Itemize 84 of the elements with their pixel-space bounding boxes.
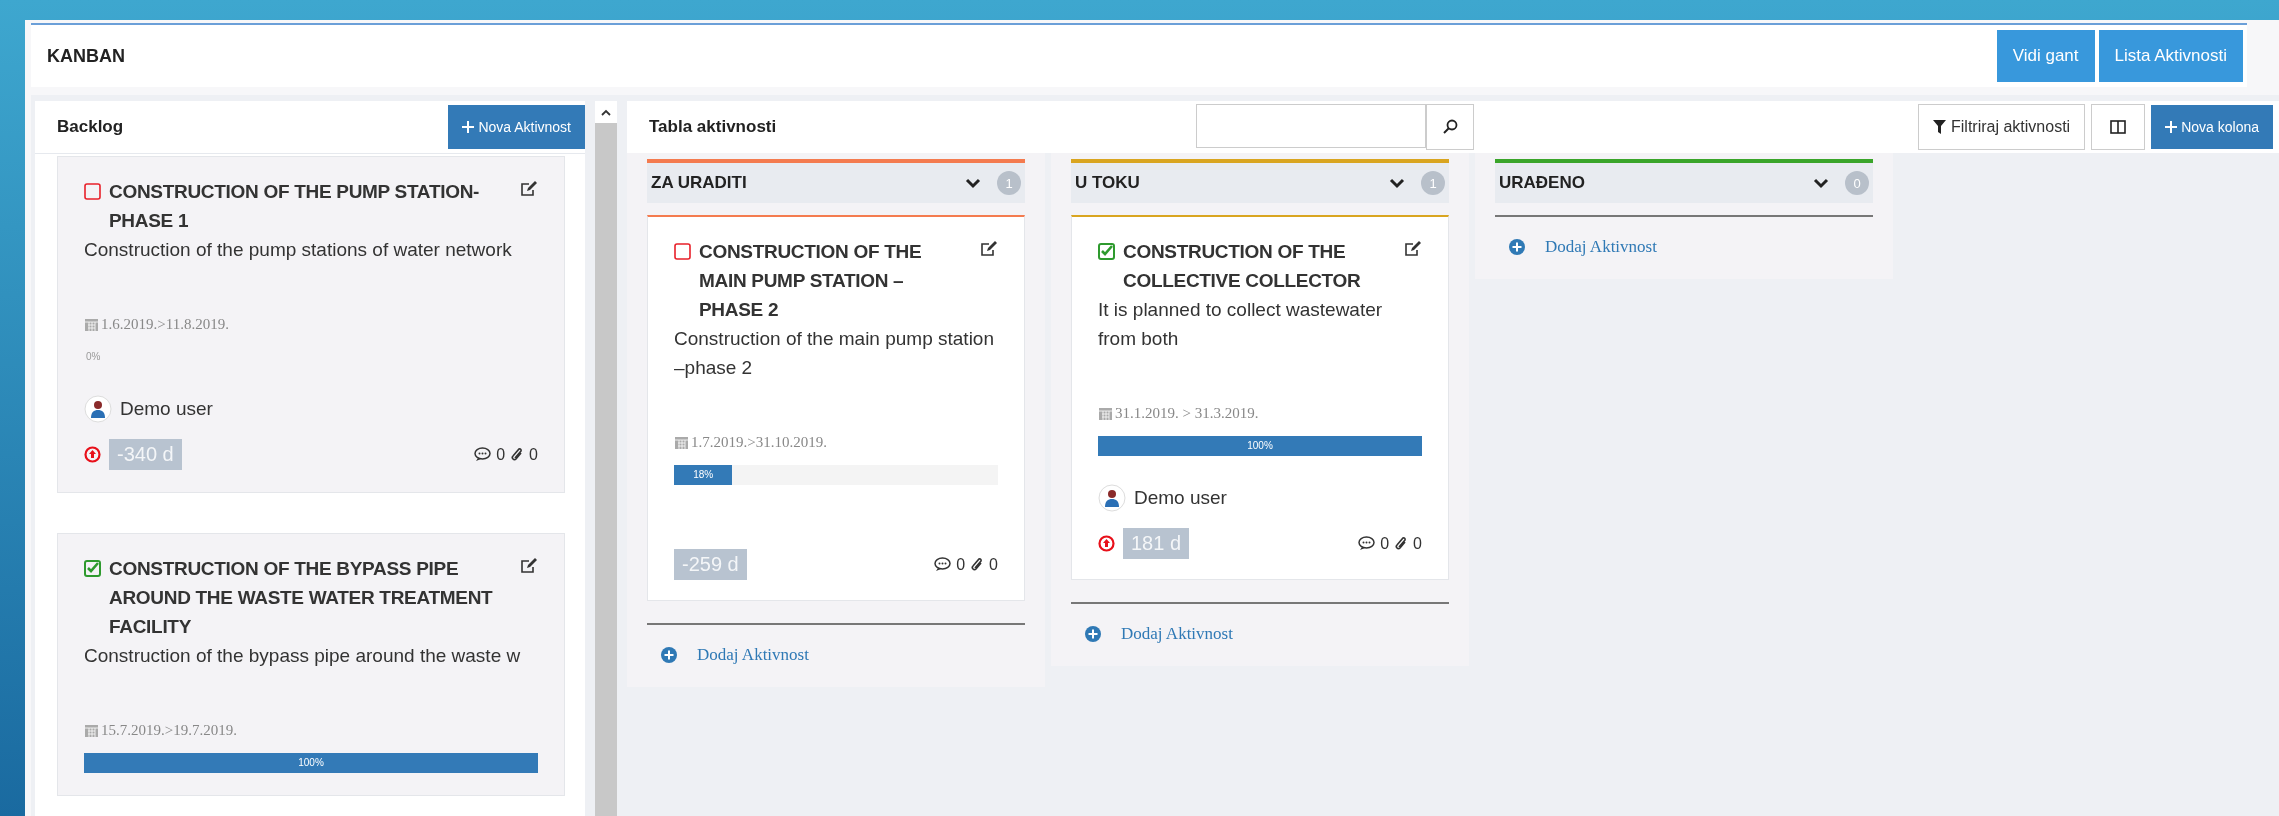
- panel-title: Backlog: [57, 117, 124, 137]
- calendar-icon: [674, 435, 689, 450]
- scroll-up-icon[interactable]: [601, 108, 611, 116]
- days-badge: -340 d: [109, 439, 182, 470]
- search-button[interactable]: [1426, 104, 1475, 150]
- paperclip-icon: [970, 556, 985, 573]
- board-title: Tabla aktivnosti: [649, 117, 777, 137]
- days-badge: -259 d: [674, 549, 747, 580]
- count-badge: 0: [1845, 171, 1869, 195]
- plus-icon: [2165, 121, 2178, 133]
- date-range: 15.7.2019.>19.7.2019.: [101, 722, 237, 739]
- progress-label: 100%: [1246, 439, 1274, 453]
- add-activity-link[interactable]: Dodaj Aktivnost: [1545, 237, 1657, 257]
- task-card[interactable]: CONSTRUCTION OF THE COLLECTIVE COLLECTOR It is planned to collect wastewater from both 31.1.2019. > 31.3.2019. 100% Demo user 181 d 0 0: [1071, 215, 1449, 580]
- new-column-button[interactable]: Nova kolona: [2151, 105, 2273, 149]
- task-card[interactable]: CONSTRUCTION OF THE PUMP STATION-PHASE 1 Construction of the pump stations of water network 1.6.2019.>11.8.2019. 0% Demo user -340 d 0 0: [57, 156, 565, 493]
- date-range: 1.6.2019.>11.8.2019.: [101, 316, 229, 333]
- user-name: Demo user: [1134, 487, 1227, 509]
- task-card[interactable]: CONSTRUCTION OF THE MAIN PUMP STATION –PHASE 2 Construction of the main pump station –phase 2 1.7.2019.>31.10.2019. 18% -259 d 0 0: [647, 215, 1025, 601]
- search-icon: [1442, 119, 1459, 135]
- checked-checkbox[interactable]: [84, 560, 101, 577]
- avatar-icon: [1098, 484, 1126, 512]
- add-activity-link[interactable]: Dodaj Aktivnost: [697, 645, 809, 665]
- plus-icon: [462, 121, 475, 133]
- comment-count: 0: [496, 445, 506, 464]
- search-field[interactable]: [1196, 104, 1427, 148]
- task-title: CONSTRUCTION OF THE BYPASS PIPE AROUND THE WASTE WATER TREATMENT FACILITY: [109, 557, 494, 639]
- comment-icon: [1358, 536, 1376, 551]
- column-title: U TOKU: [1075, 173, 1141, 193]
- task-description: Construction of the main pump station –phase 2: [674, 327, 995, 380]
- user-name: Demo user: [120, 398, 213, 420]
- attachment-count: 0: [1413, 534, 1422, 553]
- date-range: 1.7.2019.>31.10.2019.: [691, 434, 827, 451]
- filter-icon: [1933, 120, 1947, 134]
- comment-count: 0: [1380, 534, 1390, 553]
- column-title: ZA URADITI: [651, 173, 748, 193]
- calendar-icon: [84, 723, 99, 738]
- task-description: Construction of the pump stations of water network: [84, 238, 513, 262]
- scrollbar[interactable]: [595, 101, 617, 816]
- plus-circle-icon[interactable]: [1509, 239, 1525, 255]
- task-title: CONSTRUCTION OF THE PUMP STATION-PHASE 1: [109, 180, 481, 233]
- days-badge: 181 d: [1123, 528, 1190, 559]
- header-button[interactable]: Vidi gant: [1996, 30, 2095, 82]
- attachment-count: 0: [989, 555, 998, 574]
- edit-icon[interactable]: [520, 181, 538, 197]
- chevron-down-icon[interactable]: [1389, 177, 1405, 189]
- edit-icon[interactable]: [520, 558, 538, 574]
- edit-icon[interactable]: [980, 241, 998, 257]
- task-title: CONSTRUCTION OF THE COLLECTIVE COLLECTOR: [1123, 240, 1362, 293]
- chevron-down-icon[interactable]: [1813, 177, 1829, 189]
- page-title: KANBAN: [47, 45, 125, 67]
- chevron-down-icon[interactable]: [965, 177, 981, 189]
- plus-circle-icon[interactable]: [1085, 626, 1101, 642]
- edit-icon[interactable]: [1404, 241, 1422, 257]
- columns-icon: [2110, 120, 2127, 134]
- date-range: 31.1.2019. > 31.3.2019.: [1115, 405, 1259, 422]
- task-description: It is planned to collect wastewater from both: [1098, 298, 1384, 351]
- comment-icon: [934, 557, 952, 572]
- add-activity-link[interactable]: Dodaj Aktivnost: [1121, 624, 1233, 644]
- filter-button[interactable]: Filtriraj aktivnosti: [1918, 104, 2086, 150]
- paperclip-icon: [1394, 535, 1409, 552]
- count-badge: 1: [1421, 171, 1445, 195]
- paperclip-icon: [510, 446, 525, 463]
- task-card[interactable]: CONSTRUCTION OF THE BYPASS PIPE AROUND THE WASTE WATER TREATMENT FACILITY Construction of the bypass pipe around the waste w 15.7.2019.>19.7.2019. 100%: [57, 533, 565, 796]
- empty-checkbox[interactable]: [674, 243, 691, 260]
- checked-checkbox[interactable]: [1098, 243, 1115, 260]
- comment-icon: [474, 447, 492, 462]
- progress-label: 18%: [692, 468, 715, 482]
- new-activity-button[interactable]: Nova Aktivnost: [448, 105, 585, 149]
- progress-label: 100%: [297, 756, 325, 770]
- avatar-icon: [84, 395, 112, 423]
- plus-circle-icon[interactable]: [661, 647, 677, 663]
- calendar-icon: [84, 317, 99, 332]
- columns-button[interactable]: [2091, 104, 2146, 150]
- calendar-icon: [1098, 406, 1113, 421]
- task-description: Construction of the bypass pipe around the waste w: [84, 644, 522, 668]
- progress-label: 0%: [85, 350, 101, 364]
- task-title: CONSTRUCTION OF THE MAIN PUMP STATION –PHASE 2: [699, 240, 923, 322]
- count-badge: 1: [997, 171, 1021, 195]
- comment-count: 0: [956, 555, 966, 574]
- header-button[interactable]: Lista Aktivnosti: [2098, 30, 2243, 82]
- attachment-count: 0: [529, 445, 538, 464]
- column-title: URAĐENO: [1499, 173, 1586, 193]
- empty-checkbox[interactable]: [84, 183, 101, 200]
